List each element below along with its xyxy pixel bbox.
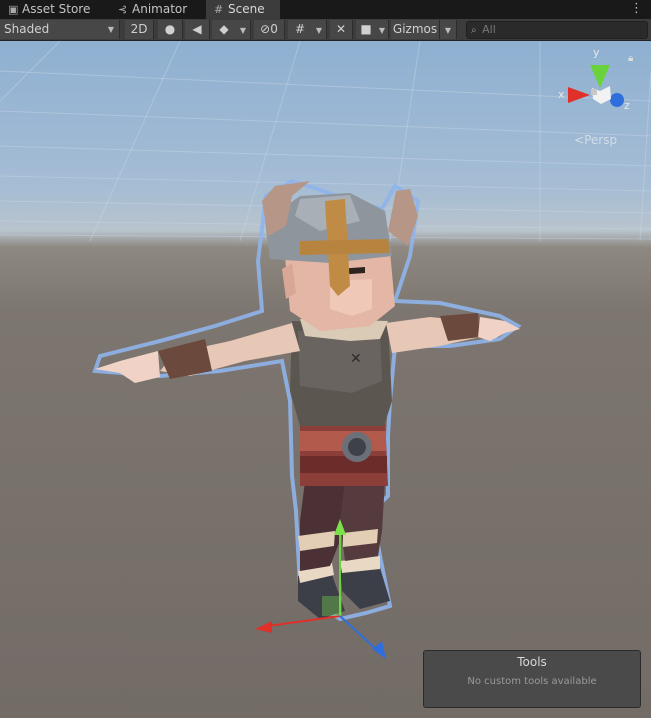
scene-toolbar: Shaded ▼ 2D ● ◀ ◆ ▼ ⊘0 # ▼ ✕ ■ ▼ Gizmos … [0, 19, 651, 41]
eye-hidden-icon: ⊘ [260, 22, 271, 36]
chevron-down-icon: ▼ [239, 26, 247, 35]
scene-audio-toggle[interactable]: ◀ [185, 20, 210, 39]
scene-visibility-toggle[interactable]: ⊘0 [254, 20, 285, 39]
tools-overlay-panel: Tools No custom tools available [423, 650, 641, 708]
camera-settings-dropdown[interactable]: ▼ [376, 20, 389, 39]
more-options-icon[interactable]: ⋮ [630, 1, 643, 16]
tools-icon: ✕ [335, 22, 347, 36]
2d-mode-toggle[interactable]: 2D [125, 20, 154, 39]
shopping-bag-icon: ▣ [8, 3, 19, 16]
gizmos-dropdown[interactable]: ▼ [440, 20, 457, 39]
chevron-down-icon: ▼ [315, 26, 323, 35]
grid-dropdown[interactable]: ▼ [312, 20, 327, 39]
axis-z-label: z [624, 99, 630, 112]
scene-effects-dropdown[interactable]: ▼ [236, 20, 251, 39]
grid-toggle[interactable]: # [288, 20, 313, 39]
animator-icon: ⊰ [118, 3, 128, 16]
scene-lighting-toggle[interactable]: ● [158, 20, 183, 39]
search-icon: ⌕ [471, 25, 477, 36]
gizmos-button[interactable]: Gizmos [391, 20, 440, 39]
chevron-down-icon: ▼ [378, 26, 386, 35]
speaker-icon: ◀ [192, 22, 202, 36]
chevron-down-icon: ▼ [444, 26, 452, 35]
chevron-down-icon: ▼ [107, 25, 114, 34]
axis-x-label: x [558, 88, 565, 101]
scene-search-field[interactable]: ⌕ All [466, 21, 648, 39]
orientation-gizmo[interactable] [568, 65, 624, 107]
grid-icon: # [294, 22, 306, 36]
projection-toggle[interactable]: <Persp [574, 133, 617, 147]
scene-grid-and-model: ✕ [0, 41, 651, 659]
tab-asset-store[interactable]: ▣ Asset Store [0, 0, 114, 19]
svg-text:✕: ✕ [350, 351, 362, 367]
scene-effects-toggle[interactable]: ◆ [212, 20, 237, 39]
draw-mode-dropdown[interactable]: Shaded ▼ [0, 20, 120, 39]
hidden-object-count: 0 [270, 22, 278, 36]
viking-character-model[interactable]: ✕ [92, 178, 522, 622]
editor-tab-bar: ▣ Asset Store ⊰ Animator # Scene ⋮ [0, 0, 651, 20]
chevron-left-icon: < [574, 133, 585, 147]
scene-grid-icon: # [214, 3, 224, 16]
axis-y-label: y [593, 46, 600, 59]
camera-icon: ■ [360, 22, 372, 36]
component-tools-toggle[interactable]: ✕ [330, 20, 353, 39]
tools-panel-title: Tools [517, 655, 547, 669]
layers-icon: ◆ [219, 22, 229, 36]
tab-scene[interactable]: # Scene [206, 0, 280, 19]
lightbulb-icon: ● [164, 22, 176, 36]
lock-icon[interactable]: 🔒︎ [628, 53, 633, 64]
tools-panel-message: No custom tools available [467, 676, 597, 687]
tab-animator[interactable]: ⊰ Animator [110, 0, 208, 19]
camera-settings-button[interactable]: ■ [356, 20, 377, 39]
scene-viewport[interactable]: ✕ y x z 🔒︎ <Persp Tools No custom tools … [0, 41, 651, 718]
